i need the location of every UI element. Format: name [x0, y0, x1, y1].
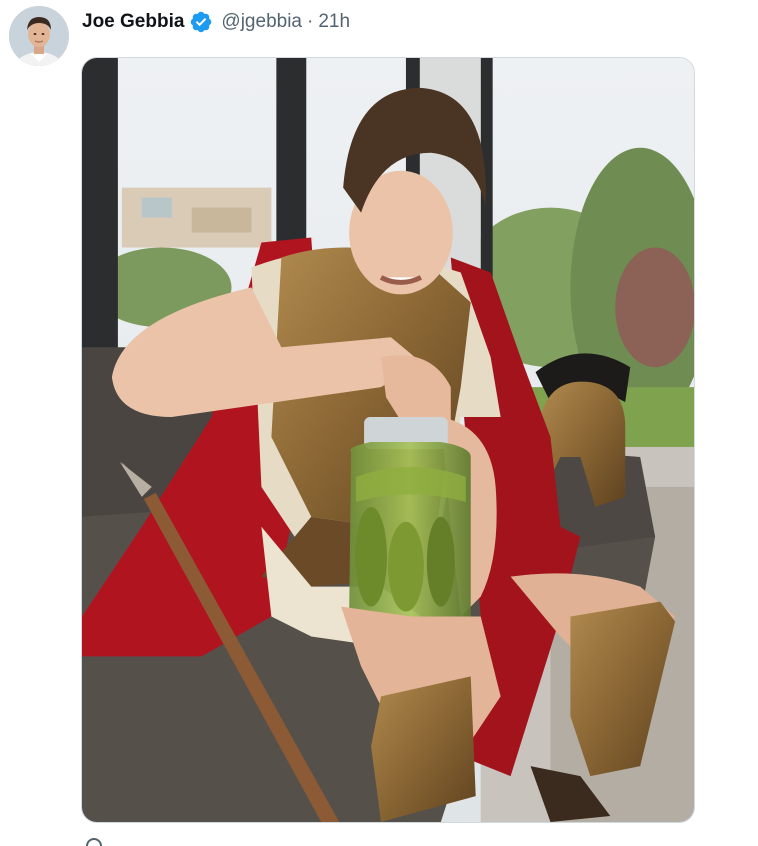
reply-icon[interactable]	[86, 838, 102, 846]
tweet-photo[interactable]	[81, 57, 695, 823]
profile-photo-icon	[9, 6, 69, 66]
tweet-timestamp[interactable]: 21h	[318, 11, 350, 33]
verified-badge-icon[interactable]	[189, 10, 213, 34]
tweet[interactable]: Joe Gebbia @jgebbia · 21h	[0, 0, 758, 846]
author-avatar[interactable]	[9, 6, 69, 66]
author-display-name[interactable]: Joe Gebbia	[82, 11, 184, 33]
tweet-header: Joe Gebbia @jgebbia · 21h	[82, 9, 350, 35]
photo-icon	[82, 58, 694, 822]
separator-dot: ·	[307, 11, 314, 32]
author-handle[interactable]: @jgebbia	[221, 11, 302, 33]
